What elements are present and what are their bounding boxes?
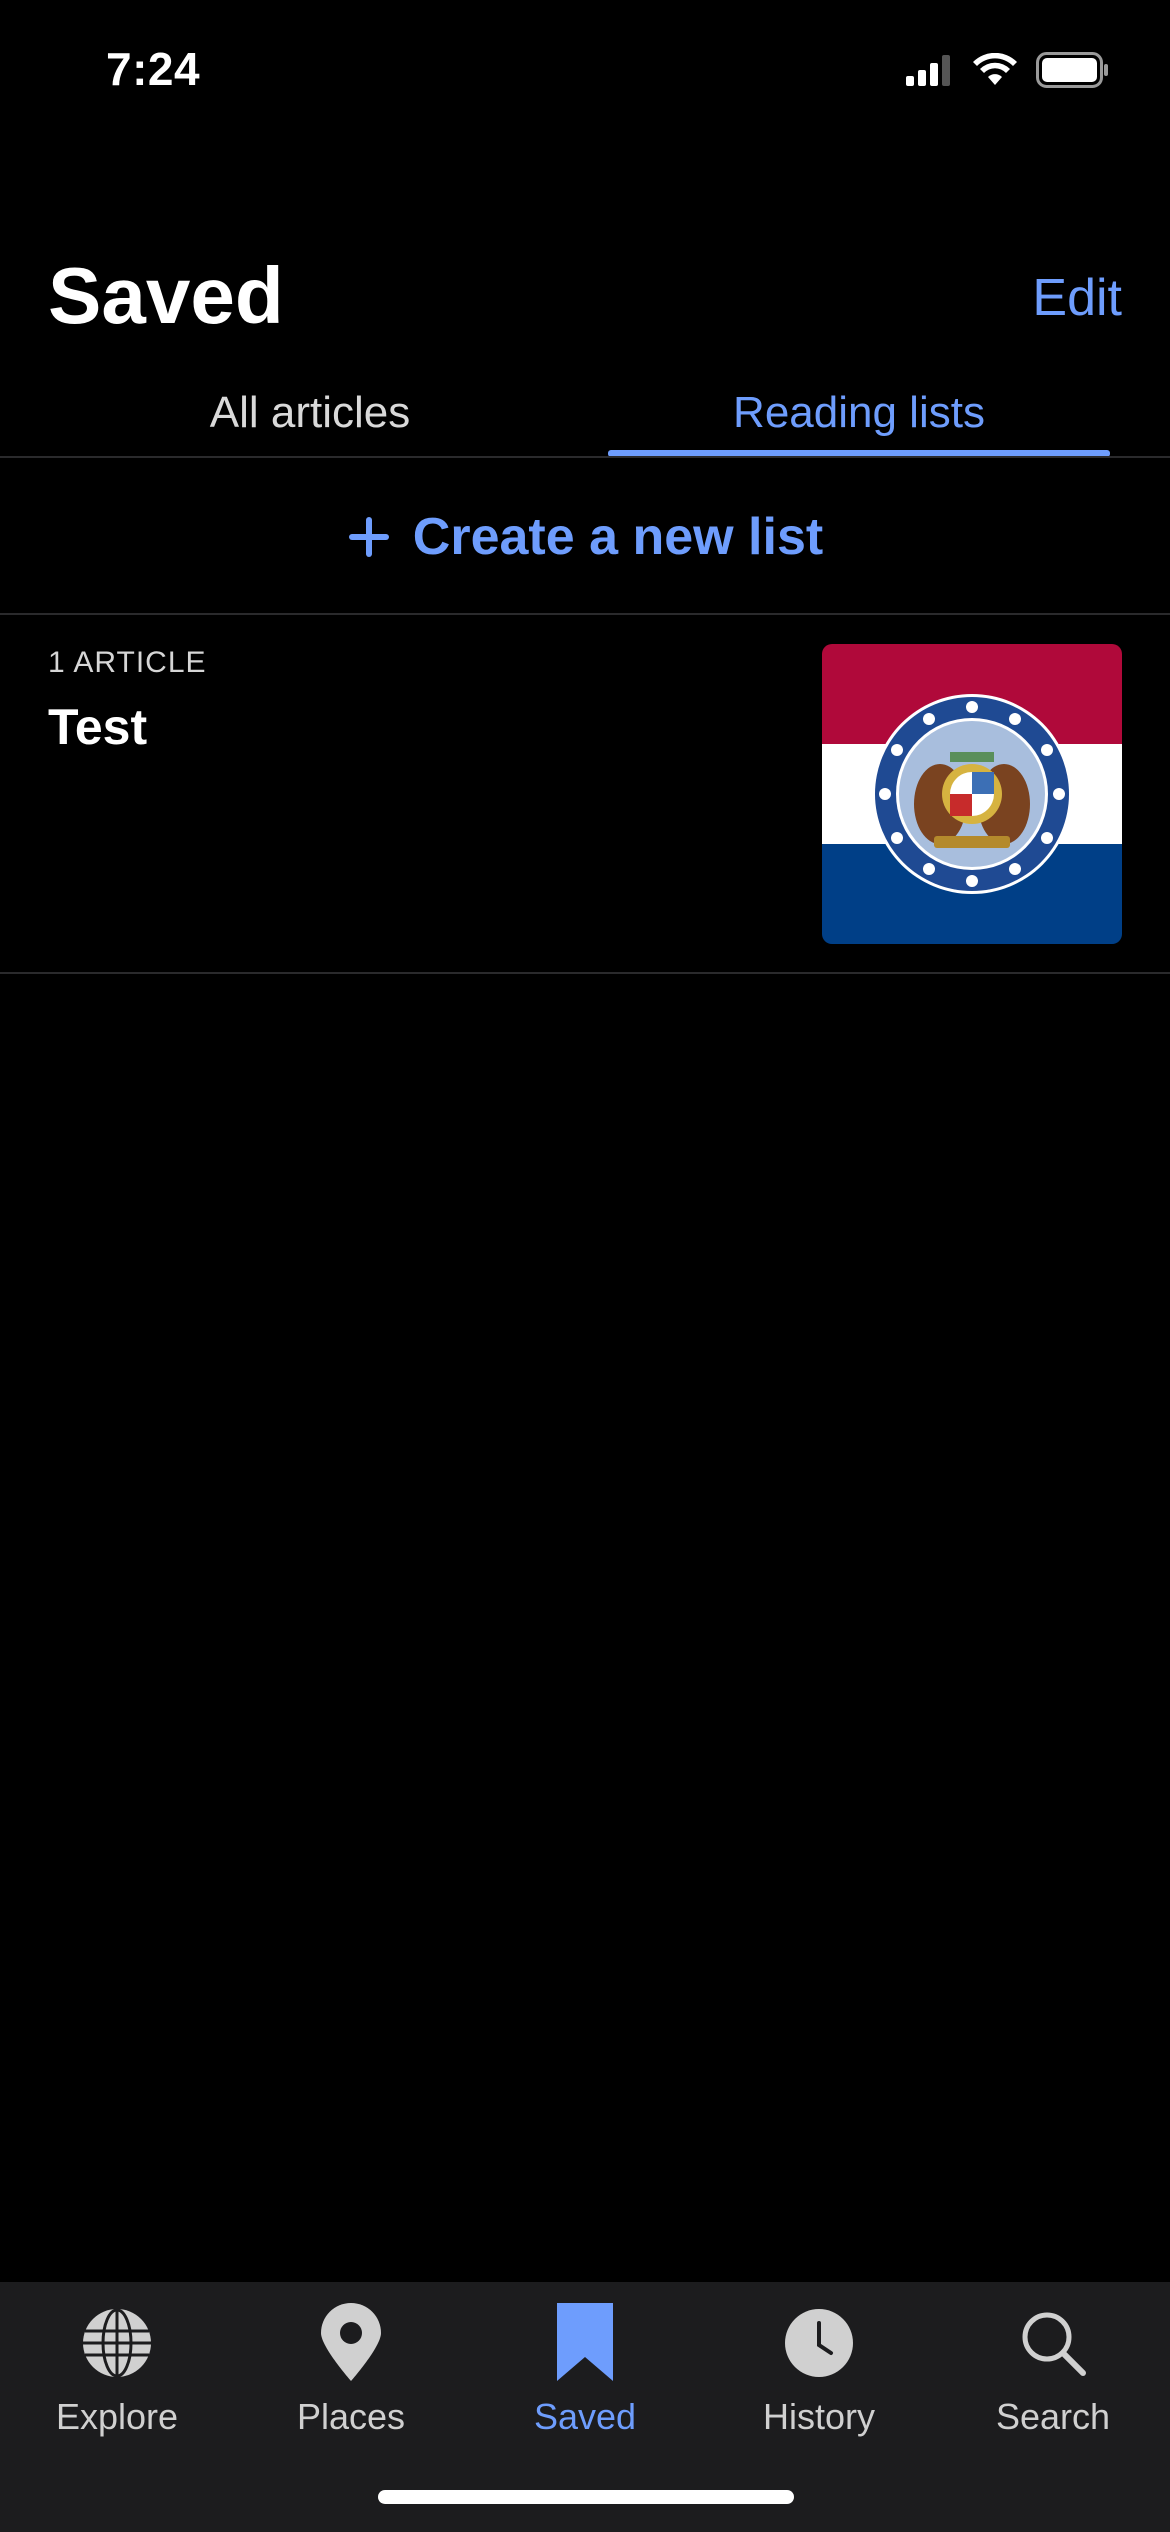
create-new-list-label: Create a new list [412,508,824,566]
tab-reading-lists[interactable]: Reading lists [608,370,1110,456]
clock-icon [785,2309,853,2377]
edit-button[interactable]: Edit [1032,268,1122,328]
divider [0,613,1170,615]
divider [0,972,1170,974]
tab-bar-label: Explore [55,2396,179,2437]
segmented-tabs: All articles Reading lists [0,370,1170,457]
article-count: 1 ARTICLE [48,646,207,679]
tab-bar-saved[interactable]: Saved [468,2298,702,2468]
status-icons [906,52,1110,88]
list-title: Test [48,699,148,755]
home-indicator [378,2490,794,2504]
wifi-icon [973,53,1017,85]
tab-bar-places[interactable]: Places [234,2298,468,2468]
tab-bar-label: Places [296,2396,406,2437]
divider [0,456,1170,458]
list-thumbnail-flag [822,644,1122,944]
tab-bar-history[interactable]: History [702,2298,936,2468]
map-pin-icon [321,2303,381,2381]
tab-bar-label: History [762,2396,875,2437]
globe-icon [83,2308,151,2378]
tab-bar-label: Search [995,2396,1111,2437]
search-icon [1022,2312,1086,2376]
tab-bar-label: Saved [533,2396,637,2437]
tab-all-articles[interactable]: All articles [0,370,620,456]
page-title: Saved [48,251,284,340]
create-new-list-button[interactable]: Create a new list [0,462,1170,612]
tab-bar-explore[interactable]: Explore [0,2298,234,2468]
cellular-signal-icon [906,55,950,86]
status-time: 7:24 [106,43,201,95]
battery-icon [1036,52,1108,88]
list-item[interactable]: 1 ARTICLE Test [0,616,1170,972]
bookmark-icon [557,2303,613,2381]
tab-bar-search[interactable]: Search [936,2298,1170,2468]
plus-icon [348,517,389,557]
